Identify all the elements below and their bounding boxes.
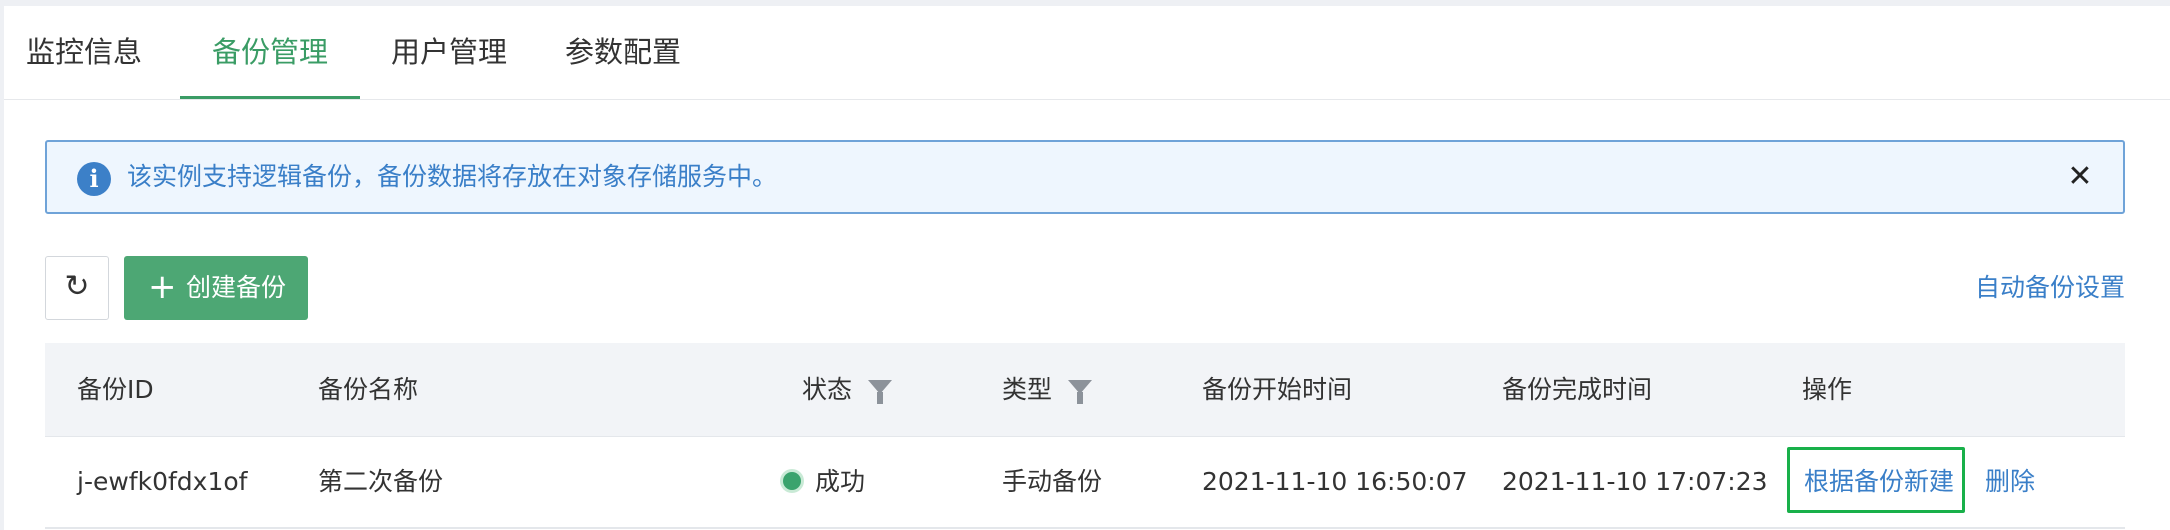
status-text: 成功 [815, 467, 866, 496]
cell-status: 成功 [783, 437, 865, 527]
column-header-type-label: 类型 [1002, 375, 1053, 404]
column-header-end-time: 备份完成时间 [1502, 375, 1653, 404]
close-icon[interactable]: ✕ [2063, 160, 2097, 194]
create-backup-button[interactable]: + 创建备份 [124, 256, 308, 320]
info-alert: i 该实例支持逻辑备份，备份数据将存放在对象存储服务中。 ✕ [45, 140, 2125, 214]
column-header-status: 状态 [802, 343, 893, 436]
tab-backup-management[interactable]: 备份管理 [200, 6, 340, 99]
restore-from-backup-link[interactable]: 根据备份新建 [1804, 437, 1954, 527]
tab-parameter-config[interactable]: 参数配置 [558, 6, 688, 99]
info-icon: i [77, 162, 111, 196]
alert-text: 该实例支持逻辑备份，备份数据将存放在对象存储服务中。 [127, 162, 778, 191]
active-tab-indicator [180, 96, 360, 99]
tab-bar: 监控信息 备份管理 用户管理 参数配置 [4, 6, 2170, 100]
table-row: j-ewfk0fdx1of 第二次备份 成功 手动备份 2021-11-10 1… [45, 437, 2125, 529]
column-header-actions: 操作 [1802, 375, 1853, 404]
column-header-start-time: 备份开始时间 [1202, 375, 1353, 404]
type-filter-icon[interactable] [1068, 380, 1093, 404]
create-backup-label: 创建备份 [186, 273, 287, 302]
success-status-dot [783, 472, 801, 490]
column-header-name: 备份名称 [318, 375, 419, 404]
plus-icon: + [148, 267, 177, 307]
table-header: 备份ID 备份名称 状态 类型 备份开始时间 备份完成时间 操作 [45, 343, 2125, 437]
refresh-button[interactable]: ↻ [45, 256, 109, 320]
cell-backup-id: j-ewfk0fdx1of [77, 467, 248, 496]
backup-table: 备份ID 备份名称 状态 类型 备份开始时间 备份完成时间 操作 j-ewfk0… [45, 343, 2125, 529]
backup-management-panel: 监控信息 备份管理 用户管理 参数配置 i 该实例支持逻辑备份，备份数据将存放在… [4, 6, 2170, 530]
auto-backup-settings-link[interactable]: 自动备份设置 [1975, 256, 2125, 320]
cell-start-time: 2021-11-10 16:50:07 [1202, 467, 1468, 496]
cell-end-time: 2021-11-10 17:07:23 [1502, 467, 1768, 496]
column-header-type: 类型 [1002, 343, 1093, 436]
delete-link[interactable]: 删除 [1985, 437, 2035, 527]
tab-monitoring[interactable]: 监控信息 [24, 6, 144, 99]
cell-type: 手动备份 [1002, 467, 1103, 496]
column-header-id: 备份ID [77, 375, 154, 404]
status-filter-icon[interactable] [868, 380, 893, 404]
column-header-status-label: 状态 [802, 375, 853, 404]
cell-backup-name: 第二次备份 [318, 467, 444, 496]
tab-user-management[interactable]: 用户管理 [384, 6, 514, 99]
refresh-icon: ↻ [64, 269, 90, 304]
